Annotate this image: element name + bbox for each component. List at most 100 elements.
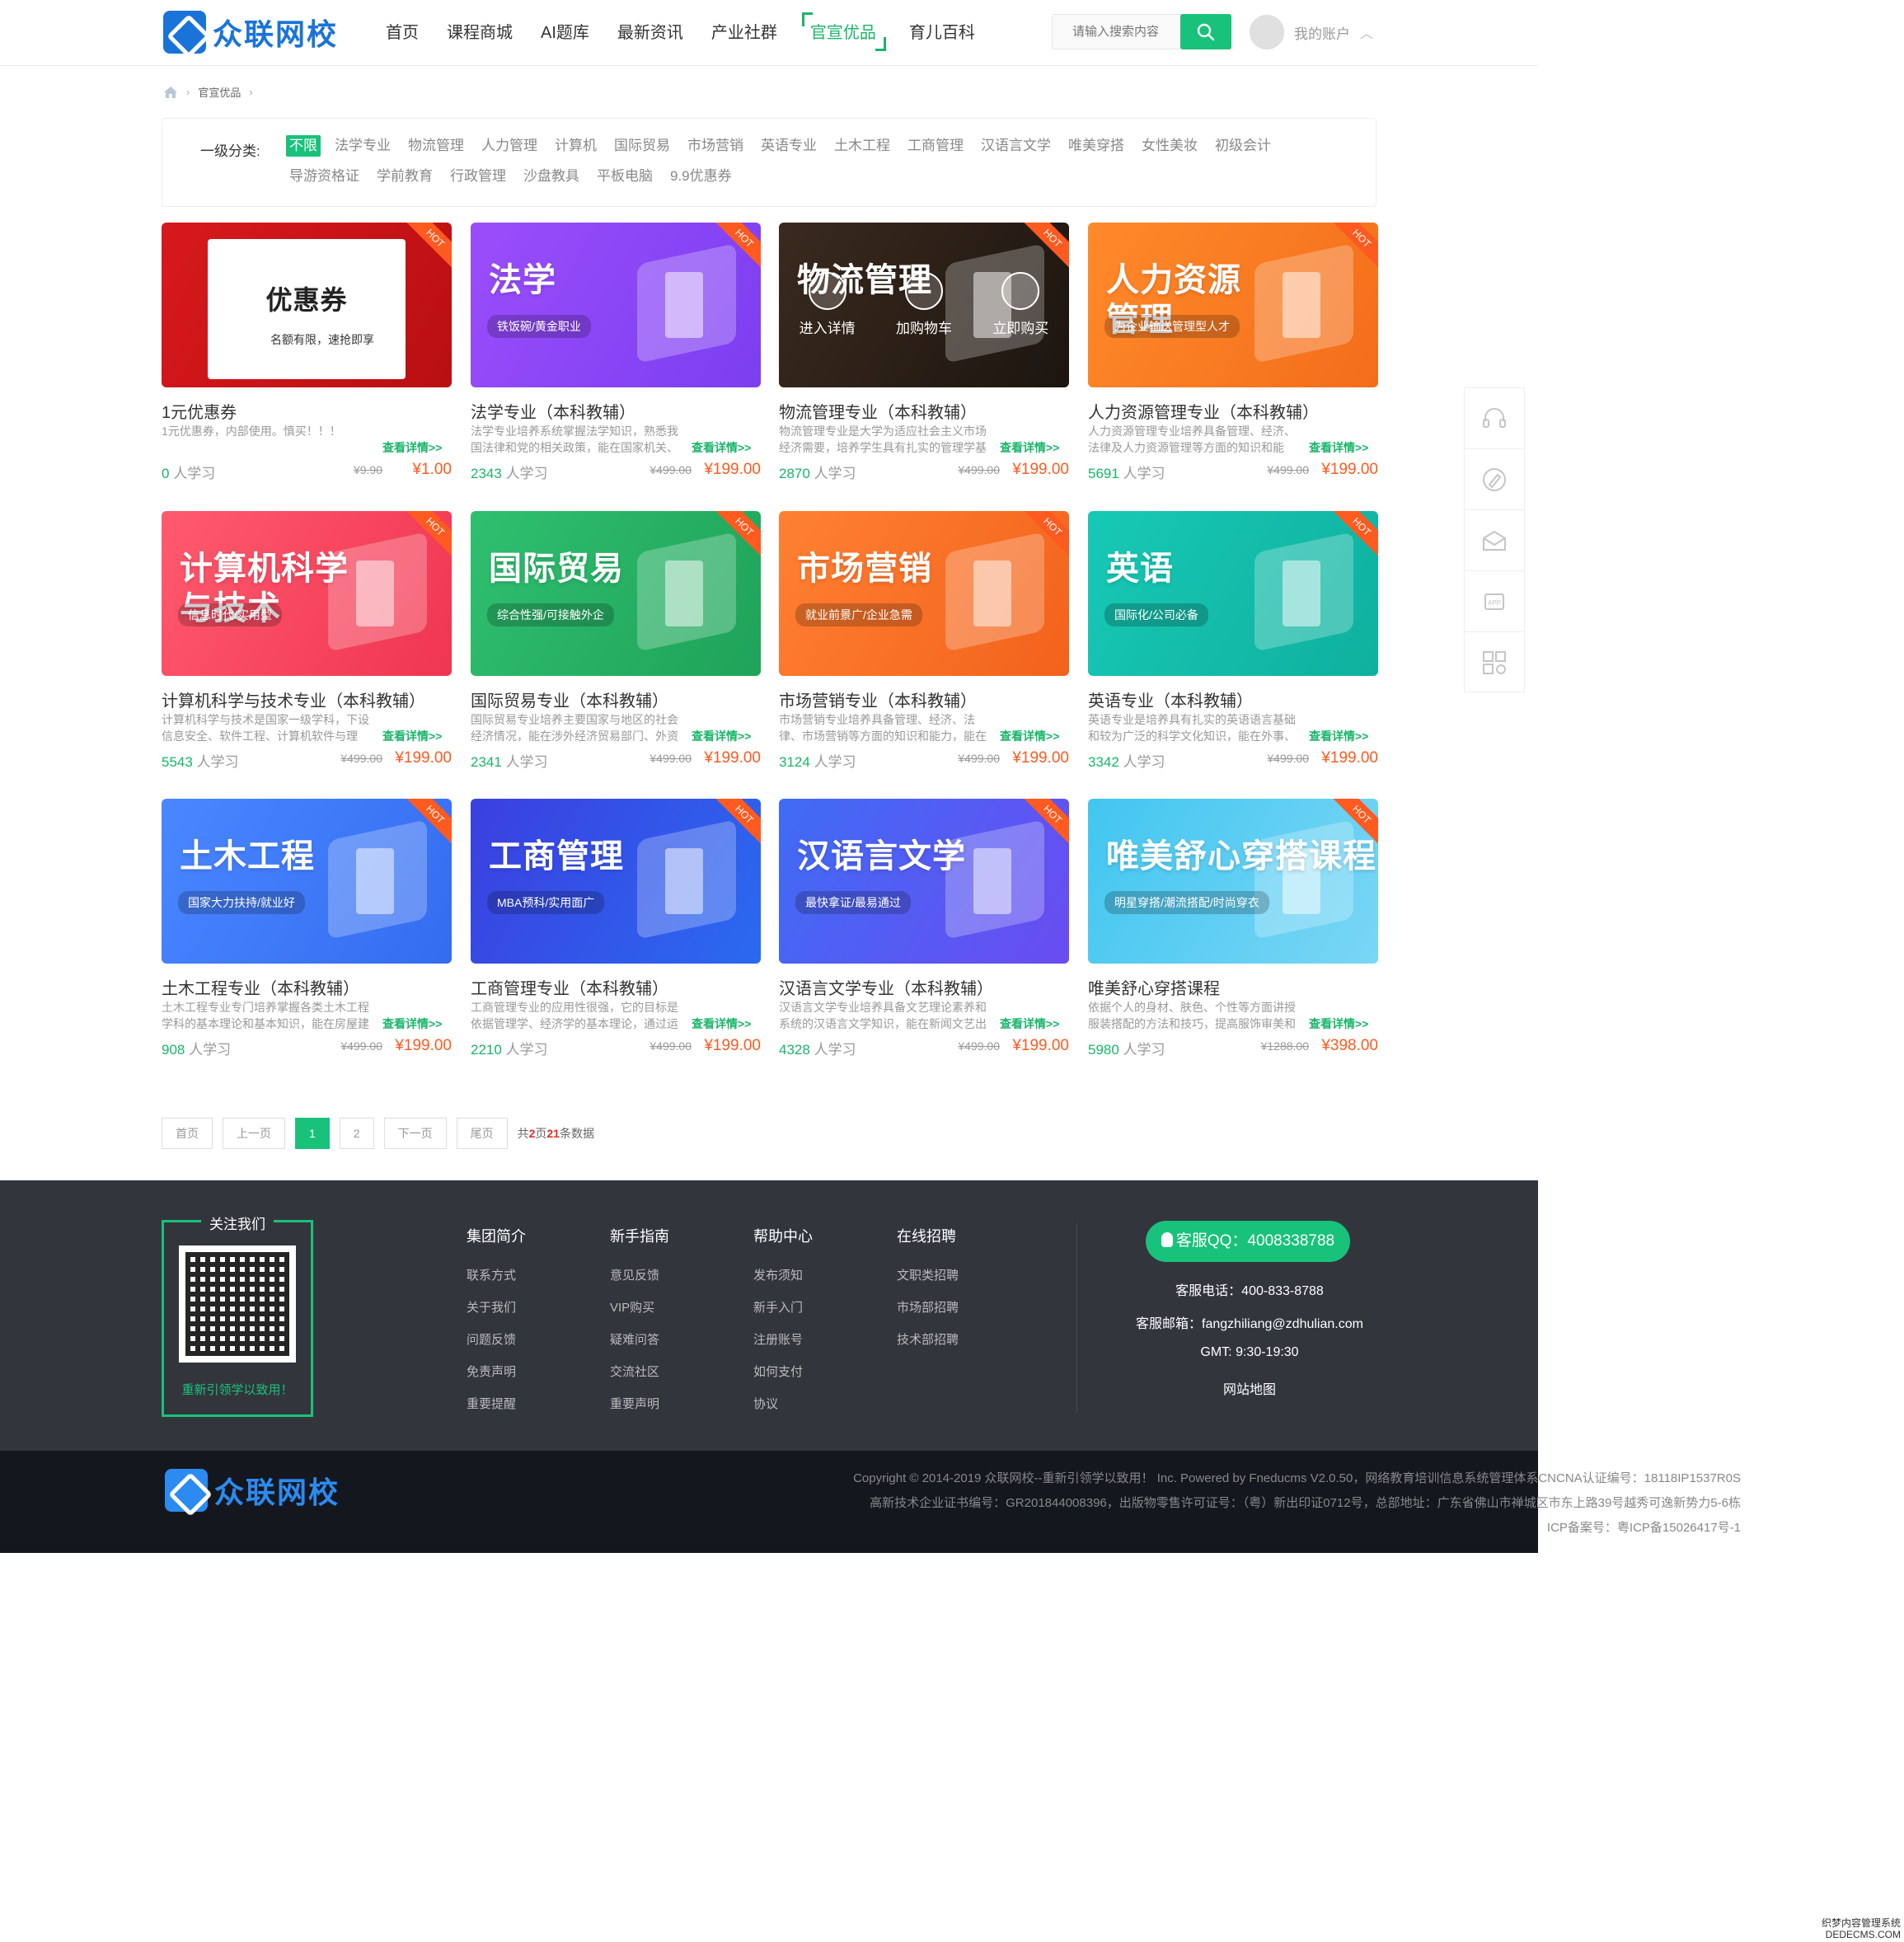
footer-link[interactable]: VIP购买 — [610, 1298, 669, 1330]
course-thumbnail[interactable]: 优惠券 名额有限，速抢即享 HOT — [162, 223, 452, 387]
filter-tag[interactable]: 计算机 — [551, 135, 600, 157]
filter-tag[interactable]: 人力管理 — [478, 135, 541, 157]
course-name[interactable]: 法学专业（本科教辅） — [471, 399, 635, 423]
footer-logo[interactable]: 众联网校 — [165, 1469, 340, 1512]
filter-tag[interactable]: 市场营销 — [684, 135, 747, 157]
view-details-link[interactable]: 查看详情>> — [1309, 728, 1368, 744]
nav-item-course-mall[interactable]: 课程商城 — [447, 19, 513, 43]
course-name[interactable]: 计算机科学与技术专业（本科教辅） — [162, 687, 425, 711]
course-thumbnail[interactable]: 唯美舒心穿搭课程 明星穿搭/潮流搭配/时尚穿衣 HOT — [1088, 799, 1378, 964]
course-name[interactable]: 1元优惠券 — [162, 399, 237, 423]
home-icon[interactable] — [163, 86, 178, 99]
course-name[interactable]: 人力资源管理专业（本科教辅） — [1088, 399, 1319, 423]
course-thumbnail[interactable]: 工商管理 MBA预科/实用面广 HOT — [471, 799, 761, 964]
filter-tag[interactable]: 法学专业 — [331, 135, 394, 157]
qr-code-icon[interactable] — [1465, 632, 1524, 693]
footer-link[interactable]: 疑难问答 — [610, 1330, 669, 1363]
course-name[interactable]: 汉语言文学专业（本科教辅） — [779, 975, 993, 999]
course-thumbnail[interactable]: 土木工程 国家大力扶持/就业好 HOT — [162, 799, 452, 964]
footer-link[interactable]: 协议 — [753, 1395, 813, 1427]
course-name[interactable]: 市场营销专业（本科教辅） — [779, 687, 977, 711]
filter-tag[interactable]: 导游资格证 — [286, 166, 363, 187]
filter-tag[interactable]: 物流管理 — [405, 135, 467, 157]
filter-tag[interactable]: 工商管理 — [904, 135, 967, 157]
customer-service-icon[interactable] — [1465, 388, 1524, 449]
course-thumbnail[interactable]: 人力资源 管理 为企业输送管理型人才 HOT — [1088, 223, 1378, 387]
course-card[interactable]: 计算机科学 与技术 信息时代/实用型 HOT 计算机科学与技术专业（本科教辅） 计算机科… — [162, 511, 452, 775]
course-name[interactable]: 国际贸易专业（本科教辅） — [471, 687, 668, 711]
course-thumbnail[interactable]: 英语 国际化/公司必备 HOT — [1088, 511, 1378, 676]
page-2-button[interactable]: 2 — [339, 1118, 374, 1149]
filter-tag[interactable]: 汉语言文学 — [978, 135, 1054, 157]
course-name[interactable]: 物流管理专业（本科教辅） — [779, 399, 977, 423]
footer-link[interactable]: 注册账号 — [753, 1330, 813, 1363]
filter-tag[interactable]: 学前教育 — [373, 166, 436, 187]
filter-tag[interactable]: 土木工程 — [831, 135, 893, 157]
site-logo[interactable]: 众联网校 — [163, 10, 338, 54]
nav-item-home[interactable]: 首页 — [386, 19, 419, 43]
course-thumbnail[interactable]: 法学 铁饭碗/黄金职业 HOT — [471, 223, 761, 387]
app-icon[interactable]: APP — [1465, 571, 1524, 632]
course-card[interactable]: 国际贸易 综合性强/可接触外企 HOT 国际贸易专业（本科教辅） 国际贸易专业培养主要国… — [471, 511, 761, 775]
nav-item-community[interactable]: 产业社群 — [711, 19, 777, 43]
filter-tag[interactable]: 不限 — [286, 135, 321, 157]
search-button[interactable] — [1180, 14, 1231, 49]
view-details-link[interactable]: 查看详情>> — [1309, 439, 1368, 456]
course-card[interactable]: 市场营销 就业前景广/企业急需 HOT 市场营销专业（本科教辅） 市场营销专业培养具备管… — [779, 511, 1069, 775]
filter-tag[interactable]: 唯美穿搭 — [1065, 135, 1128, 157]
qq-service-button[interactable]: 客服QQ：4008338788 — [1146, 1221, 1350, 1262]
course-card[interactable]: 物流管理 进入详情 加购物车 立即购买 HOT 物流管理专业（本科教辅） 物流管理专业是大学… — [779, 223, 1069, 486]
filter-tag[interactable]: 平板电脑 — [593, 166, 656, 187]
view-details-link[interactable]: 查看详情>> — [382, 1016, 442, 1032]
view-details-link[interactable]: 查看详情>> — [1309, 1016, 1368, 1032]
hover-action-button[interactable]: 立即购买 — [992, 272, 1048, 337]
sitemap-link[interactable]: 网站地图 — [1080, 1378, 1419, 1398]
page-prev-button[interactable]: 上一页 — [223, 1118, 285, 1149]
view-details-link[interactable]: 查看详情>> — [1000, 728, 1059, 744]
view-details-link[interactable]: 查看详情>> — [1000, 1016, 1059, 1032]
filter-tag[interactable]: 国际贸易 — [611, 135, 673, 157]
page-next-button[interactable]: 下一页 — [383, 1118, 447, 1149]
filter-tag[interactable]: 女性美妆 — [1138, 135, 1201, 157]
course-thumbnail[interactable]: 汉语言文学 最快拿证/最易通过 HOT — [779, 799, 1069, 964]
footer-link[interactable]: 新手入门 — [753, 1298, 813, 1330]
view-details-link[interactable]: 查看详情>> — [382, 728, 442, 744]
course-card[interactable]: 土木工程 国家大力扶持/就业好 HOT 土木工程专业（本科教辅） 土木工程专业专门培养掌… — [162, 799, 452, 1062]
course-card[interactable]: 人力资源 管理 为企业输送管理型人才 HOT 人力资源管理专业（本科教辅） 人力资源管理… — [1088, 223, 1378, 486]
filter-tag[interactable]: 9.9优惠券 — [667, 166, 735, 187]
course-card[interactable]: 优惠券 名额有限，速抢即享 HOT 1元优惠券 1元优惠券，内部使用。慎买！！！ 查看详情… — [162, 223, 452, 486]
message-icon[interactable] — [1465, 510, 1524, 571]
footer-link[interactable]: 关于我们 — [467, 1298, 526, 1330]
course-card[interactable]: 汉语言文学 最快拿证/最易通过 HOT 汉语言文学专业（本科教辅） 汉语言文学专业培养具… — [779, 799, 1069, 1062]
course-thumbnail[interactable]: 计算机科学 与技术 信息时代/实用型 HOT — [162, 511, 452, 676]
footer-link[interactable]: 重要提醒 — [467, 1395, 526, 1427]
course-card[interactable]: 工商管理 MBA预科/实用面广 HOT 工商管理专业（本科教辅） 工商管理专业的应用性很… — [471, 799, 761, 1062]
nav-item-official-goods[interactable]: 官宣优品 — [801, 12, 886, 51]
view-details-link[interactable]: 查看详情>> — [382, 439, 442, 456]
hover-action-button[interactable]: 进入详情 — [800, 272, 856, 337]
filter-tag[interactable]: 初级会计 — [1212, 135, 1274, 157]
view-details-link[interactable]: 查看详情>> — [1000, 439, 1059, 456]
page-last-button[interactable]: 尾页 — [456, 1118, 508, 1149]
nav-item-ai-question-bank[interactable]: AI题库 — [541, 19, 589, 43]
course-thumbnail[interactable]: 国际贸易 综合性强/可接触外企 HOT — [471, 511, 761, 676]
footer-link[interactable]: 免责声明 — [467, 1363, 526, 1395]
footer-link[interactable]: 文职类招聘 — [897, 1266, 959, 1298]
footer-link[interactable]: 发布须知 — [753, 1266, 813, 1298]
edit-icon[interactable] — [1465, 449, 1524, 510]
course-thumbnail[interactable]: 物流管理 进入详情 加购物车 立即购买 HOT — [779, 223, 1069, 387]
view-details-link[interactable]: 查看详情>> — [692, 1016, 751, 1032]
course-name[interactable]: 土木工程专业（本科教辅） — [162, 975, 359, 999]
view-details-link[interactable]: 查看详情>> — [692, 439, 751, 456]
course-card[interactable]: 英语 国际化/公司必备 HOT 英语专业（本科教辅） 英语专业是培养具有扎实的英语语言基… — [1088, 511, 1378, 775]
page-1-button[interactable]: 1 — [295, 1118, 330, 1149]
hover-action-button[interactable]: 加购物车 — [896, 272, 952, 337]
page-first-button[interactable]: 首页 — [162, 1118, 213, 1149]
nav-item-parenting[interactable]: 育儿百科 — [909, 19, 975, 43]
course-name[interactable]: 唯美舒心穿搭课程 — [1088, 975, 1220, 999]
course-card[interactable]: 唯美舒心穿搭课程 明星穿搭/潮流搭配/时尚穿衣 HOT 唯美舒心穿搭课程 依据个人的身材… — [1088, 799, 1378, 1062]
filter-tag[interactable]: 英语专业 — [757, 135, 820, 157]
nav-item-news[interactable]: 最新资讯 — [617, 19, 683, 43]
footer-link[interactable]: 交流社区 — [610, 1363, 669, 1395]
footer-link[interactable]: 市场部招聘 — [897, 1298, 959, 1330]
